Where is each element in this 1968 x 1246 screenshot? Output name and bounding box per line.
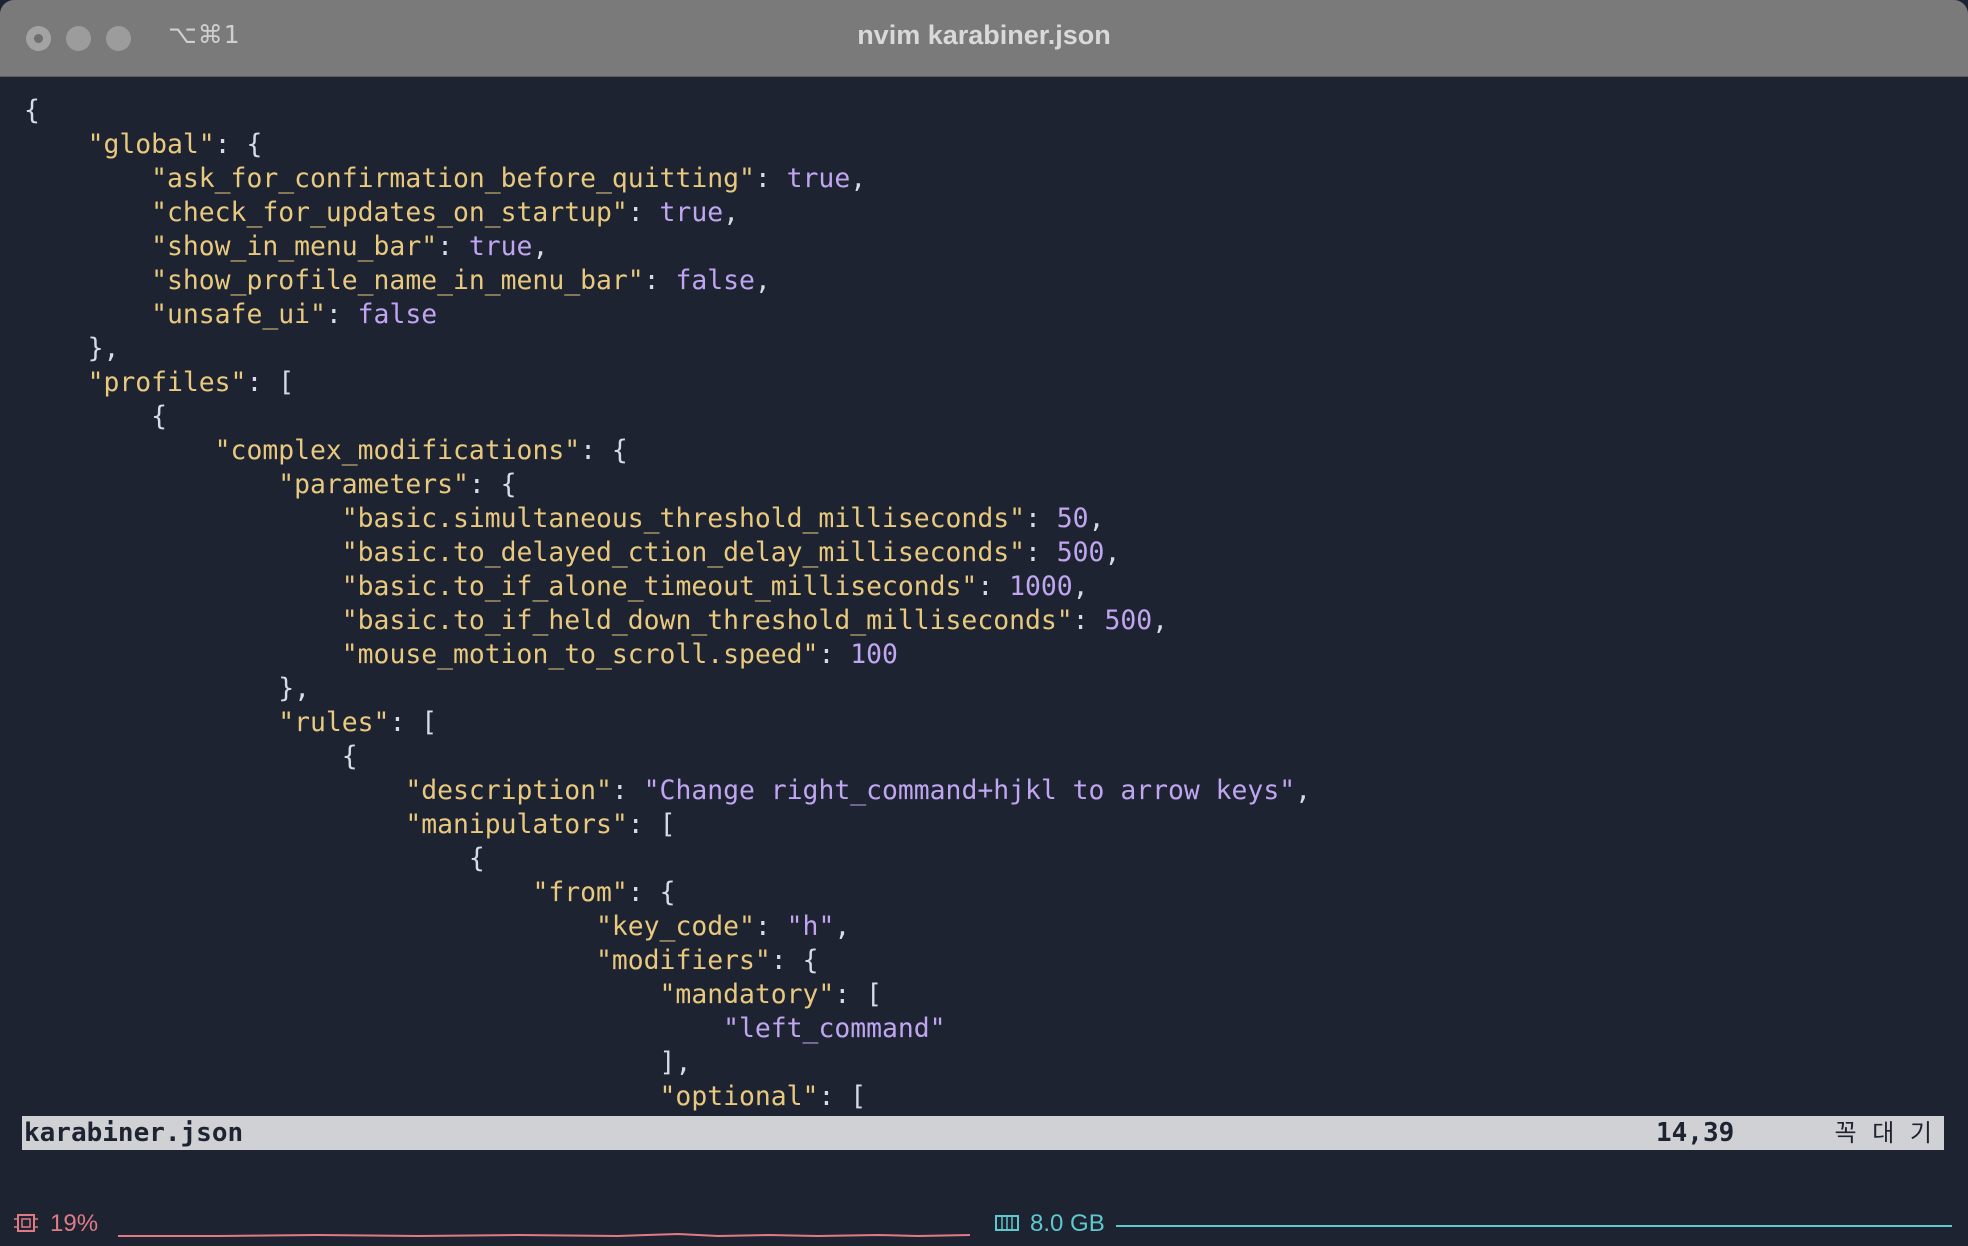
code-line[interactable]: "left_command" [24, 1012, 1311, 1046]
code-line[interactable]: { [24, 400, 1311, 434]
statusline: karabiner.json 14,39 꼭 대 기 [22, 1116, 1944, 1150]
code-line[interactable]: "key_code": "h", [24, 910, 1311, 944]
code-line[interactable]: "mouse_motion_to_scroll.speed": 100 [24, 638, 1311, 672]
window-title: nvim karabiner.json [857, 20, 1111, 50]
system-monitor-bar: 19% 8.0 GB [0, 1200, 1968, 1246]
code-line[interactable]: "optional": [ [24, 1080, 1311, 1114]
code-line[interactable]: "manipulators": [ [24, 808, 1311, 842]
code-line[interactable]: "profiles": [ [24, 366, 1311, 400]
status-filename: karabiner.json [24, 1118, 244, 1148]
code-line[interactable]: "show_profile_name_in_menu_bar": false, [24, 264, 1311, 298]
status-cursor-position: 14,39 [1656, 1118, 1735, 1148]
code-line[interactable]: "global": { [24, 128, 1311, 162]
code-line[interactable]: }, [24, 332, 1311, 366]
code-line[interactable]: "mandatory": [ [24, 978, 1311, 1012]
status-scroll-indicator: 꼭 대 기 [1834, 1119, 1936, 1147]
memory-icon [995, 1215, 1019, 1231]
cpu-usage-graph [118, 1232, 970, 1238]
title-bar[interactable]: ⌥⌘1 nvim karabiner.json [0, 0, 1968, 77]
code-line[interactable]: "check_for_updates_on_startup": true, [24, 196, 1311, 230]
code-line[interactable]: { [24, 94, 1311, 128]
code-line[interactable]: "ask_for_confirmation_before_quitting": … [24, 162, 1311, 196]
code-line[interactable]: "rules": [ [24, 706, 1311, 740]
code-line[interactable]: ], [24, 1046, 1311, 1080]
code-line[interactable]: "unsafe_ui": false [24, 298, 1311, 332]
code-line[interactable]: "from": { [24, 876, 1311, 910]
code-line[interactable]: { [24, 842, 1311, 876]
memory-usage-label: 8.0 GB [1030, 1210, 1105, 1237]
code-line[interactable]: "show_in_menu_bar": true, [24, 230, 1311, 264]
cpu-icon [14, 1214, 38, 1232]
cpu-usage-label: 19% [50, 1210, 99, 1237]
editor-buffer[interactable]: { "global": { "ask_for_confirmation_befo… [24, 94, 1311, 1114]
code-line[interactable]: "parameters": { [24, 468, 1311, 502]
code-line[interactable]: "description": "Change right_command+hjk… [24, 774, 1311, 808]
code-line[interactable]: "basic.to_if_alone_timeout_milliseconds"… [24, 570, 1311, 604]
code-line[interactable]: "basic.simultaneous_threshold_millisecon… [24, 502, 1311, 536]
memory-usage-graph [1116, 1225, 1952, 1227]
code-line[interactable]: "modifiers": { [24, 944, 1311, 978]
code-line[interactable]: { [24, 740, 1311, 774]
terminal-window: ⌥⌘1 nvim karabiner.json { "global": { "a… [0, 0, 1968, 1246]
code-line[interactable]: "complex_modifications": { [24, 434, 1311, 468]
code-line[interactable]: "basic.to_delayed_ction_delay_millisecon… [24, 536, 1311, 570]
code-line[interactable]: "basic.to_if_held_down_threshold_millise… [24, 604, 1311, 638]
code-line[interactable]: }, [24, 672, 1311, 706]
